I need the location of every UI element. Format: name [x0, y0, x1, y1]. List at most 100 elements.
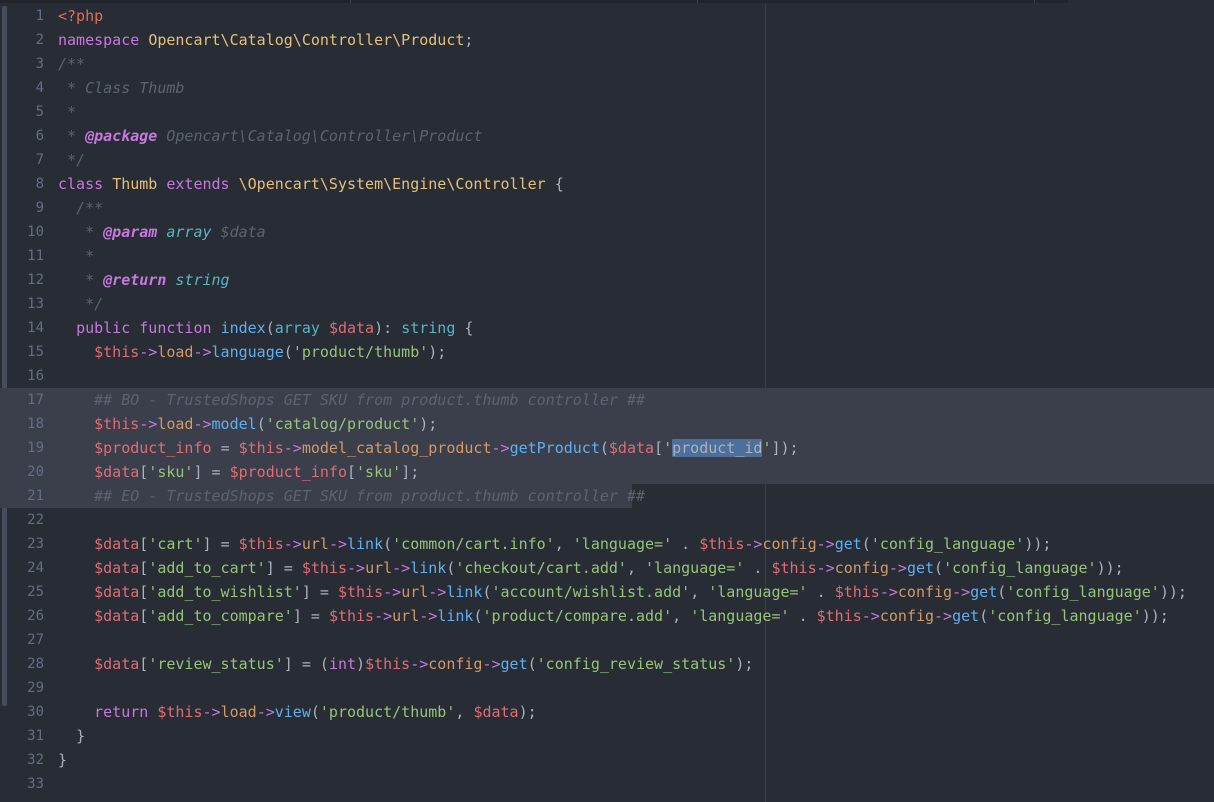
- line-number: 13: [27, 296, 44, 312]
- text-selection[interactable]: product_id: [672, 439, 763, 457]
- line-source[interactable]: /**: [44, 196, 103, 220]
- line-source[interactable]: */: [44, 148, 85, 172]
- code-line-highlighted[interactable]: 17 ## BO - TrustedShops GET SKU from pro…: [0, 388, 1214, 412]
- code-line[interactable]: 14 public function index(array $data): s…: [0, 316, 1214, 340]
- code-line[interactable]: 31 }: [0, 724, 1214, 748]
- code-line[interactable]: 9 /**: [0, 196, 1214, 220]
- code-line-highlighted[interactable]: 20 $data['sku'] = $product_info['sku'];: [0, 460, 1214, 484]
- code-line[interactable]: 7 */: [0, 148, 1214, 172]
- code-line[interactable]: 3/**: [0, 52, 1214, 76]
- line-number: 6: [35, 128, 44, 144]
- line-number: 4: [35, 80, 44, 96]
- line-number: 14: [27, 320, 44, 336]
- code-line-highlighted[interactable]: 19 $product_info = $this->model_catalog_…: [0, 436, 1214, 460]
- line-source[interactable]: class Thumb extends \Opencart\System\Eng…: [44, 172, 564, 196]
- code-content[interactable]: 1 <?php 2 namespace Opencart\Catalog\Contr…: [0, 4, 1214, 802]
- code-line[interactable]: 4 * Class Thumb: [0, 76, 1214, 100]
- horizontal-scrollbar-thumb[interactable]: [0, 0, 1068, 3]
- line-number: 30: [27, 704, 44, 720]
- line-source[interactable]: $data['add_to_wishlist'] = $this->url->l…: [44, 580, 1187, 604]
- line-number: 31: [27, 728, 44, 744]
- line-number: 15: [27, 344, 44, 360]
- line-number: 2: [35, 32, 44, 48]
- code-editor[interactable]: 1 <?php 2 namespace Opencart\Catalog\Contr…: [0, 0, 1214, 802]
- line-number: 9: [35, 200, 44, 216]
- code-line[interactable]: 13 */: [0, 292, 1214, 316]
- code-line-highlighted[interactable]: 21 ## EO - TrustedShops GET SKU from pro…: [0, 484, 1214, 508]
- line-source[interactable]: public function index(array $data): stri…: [44, 316, 473, 340]
- line-source[interactable]: ## EO - TrustedShops GET SKU from produc…: [44, 484, 645, 508]
- code-line[interactable]: 2 namespace Opencart\Catalog\Controller\P…: [0, 28, 1214, 52]
- line-source[interactable]: *: [44, 100, 76, 124]
- line-source[interactable]: */: [44, 292, 103, 316]
- code-line[interactable]: 11 *: [0, 244, 1214, 268]
- code-line[interactable]: 6 * @package Opencart\Catalog\Controller…: [0, 124, 1214, 148]
- line-source[interactable]: * @param array $data: [44, 220, 266, 244]
- code-line[interactable]: 1 <?php: [0, 4, 1214, 28]
- line-number: 22: [27, 512, 44, 528]
- line-number: 24: [27, 560, 44, 576]
- line-source[interactable]: return $this->load->view('product/thumb'…: [44, 700, 537, 724]
- code-line[interactable]: 25 $data['add_to_wishlist'] = $this->url…: [0, 580, 1214, 604]
- line-number: 26: [27, 608, 44, 624]
- code-line[interactable]: 28 $data['review_status'] = (int)$this->…: [0, 652, 1214, 676]
- line-number: 17: [27, 392, 44, 408]
- code-line[interactable]: 12 * @return string: [0, 268, 1214, 292]
- line-source[interactable]: namespace Opencart\Catalog\Controller\Pr…: [44, 28, 473, 52]
- code-line[interactable]: 15 $this->load->language('product/thumb'…: [0, 340, 1214, 364]
- line-source[interactable]: *: [44, 244, 94, 268]
- line-source[interactable]: $data['review_status'] = (int)$this->con…: [44, 652, 753, 676]
- line-number: 3: [35, 56, 44, 72]
- code-line[interactable]: 32}: [0, 748, 1214, 772]
- code-line[interactable]: 30 return $this->load->view('product/thu…: [0, 700, 1214, 724]
- code-line[interactable]: 5 *: [0, 100, 1214, 124]
- line-number: 16: [27, 368, 44, 384]
- line-source[interactable]: $this->load->model('catalog/product');: [44, 412, 437, 436]
- code-line[interactable]: 27: [0, 628, 1214, 652]
- line-number: 5: [35, 104, 44, 120]
- code-line[interactable]: 33: [0, 772, 1214, 796]
- line-number: 23: [27, 536, 44, 552]
- code-line-highlighted[interactable]: 18 $this->load->model('catalog/product')…: [0, 412, 1214, 436]
- line-source[interactable]: <?php: [44, 4, 103, 28]
- line-number: 25: [27, 584, 44, 600]
- line-source[interactable]: * @package Opencart\Catalog\Controller\P…: [44, 124, 482, 148]
- line-number: 10: [27, 224, 44, 240]
- line-source[interactable]: }: [44, 724, 85, 748]
- line-number: 8: [35, 176, 44, 192]
- code-line[interactable]: 8 class Thumb extends \Opencart\System\En…: [0, 172, 1214, 196]
- line-source[interactable]: $data['add_to_compare'] = $this->url->li…: [44, 604, 1169, 628]
- code-line[interactable]: 24 $data['add_to_cart'] = $this->url->li…: [0, 556, 1214, 580]
- line-source[interactable]: $this->load->language('product/thumb');: [44, 340, 446, 364]
- line-source[interactable]: }: [44, 748, 67, 772]
- code-line[interactable]: 22: [0, 508, 1214, 532]
- line-source[interactable]: $product_info = $this->model_catalog_pro…: [44, 436, 799, 460]
- line-source[interactable]: * @return string: [44, 268, 230, 292]
- code-line[interactable]: 16: [0, 364, 1214, 388]
- line-number: 27: [27, 632, 44, 648]
- line-number: 1: [35, 8, 44, 24]
- code-line[interactable]: 26 $data['add_to_compare'] = $this->url-…: [0, 604, 1214, 628]
- line-source[interactable]: $data['cart'] = $this->url->link('common…: [44, 532, 1051, 556]
- scrollbar-marker: [697, 0, 698, 3]
- code-line[interactable]: 23 $data['cart'] = $this->url->link('com…: [0, 532, 1214, 556]
- scrollbar-marker: [350, 0, 351, 3]
- line-number: 21: [27, 488, 44, 504]
- line-number: 20: [27, 464, 44, 480]
- line-number: 32: [27, 752, 44, 768]
- line-source[interactable]: /**: [44, 52, 85, 76]
- line-number: 29: [27, 680, 44, 696]
- code-line[interactable]: 10 * @param array $data: [0, 220, 1214, 244]
- line-number: 19: [27, 440, 44, 456]
- line-number: 11: [27, 248, 44, 264]
- line-number: 28: [27, 656, 44, 672]
- line-source[interactable]: $data['sku'] = $product_info['sku'];: [44, 460, 419, 484]
- scrollbar-marker: [1034, 0, 1035, 3]
- line-number: 7: [35, 152, 44, 168]
- line-source[interactable]: ## BO - TrustedShops GET SKU from produc…: [44, 388, 645, 412]
- line-source[interactable]: * Class Thumb: [44, 76, 184, 100]
- code-line[interactable]: 29: [0, 676, 1214, 700]
- line-number: 18: [27, 416, 44, 432]
- line-source[interactable]: $data['add_to_cart'] = $this->url->link(…: [44, 556, 1124, 580]
- line-number: 12: [27, 272, 44, 288]
